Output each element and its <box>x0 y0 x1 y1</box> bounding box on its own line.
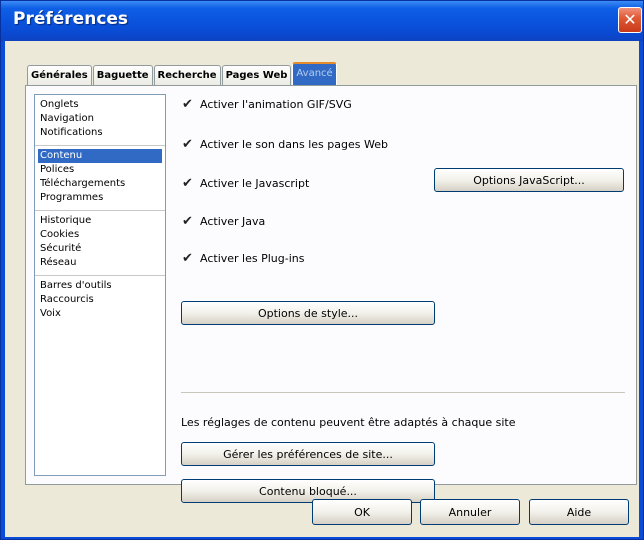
checkbox-label: Activer Java <box>200 214 266 228</box>
category-item-voix[interactable]: Voix <box>38 307 162 321</box>
checkbox-plugins[interactable]: ✔ Activer les Plug-ins <box>181 250 304 266</box>
category-item-onglets[interactable]: Onglets <box>38 98 162 112</box>
category-item-notifications[interactable]: Notifications <box>38 126 162 140</box>
manage-site-preferences-button[interactable]: Gérer les préférences de site... <box>181 442 435 466</box>
close-icon: ✕ <box>623 10 637 29</box>
category-item-raccourcis[interactable]: Raccourcis <box>38 293 162 307</box>
category-group: Historique Cookies Sécurité Réseau <box>35 211 165 276</box>
category-item-programmes[interactable]: Programmes <box>38 191 162 205</box>
checkbox-label: Activer le Javascript <box>200 176 310 190</box>
checkmark-icon[interactable]: ✔ <box>181 252 194 265</box>
checkbox-sound[interactable]: ✔ Activer le son dans les pages Web <box>181 136 388 152</box>
javascript-options-button[interactable]: Options JavaScript... <box>434 168 624 192</box>
dialog-body: Générales Baguette Recherche Pages Web A… <box>5 41 639 537</box>
category-item-securite[interactable]: Sécurité <box>38 242 162 256</box>
checkmark-icon[interactable]: ✔ <box>181 215 194 228</box>
category-group: Onglets Navigation Notifications <box>35 95 165 146</box>
tab-generales[interactable]: Générales <box>27 65 92 85</box>
category-group: Contenu Polices Téléchargements Programm… <box>35 146 165 211</box>
category-item-cookies[interactable]: Cookies <box>38 228 162 242</box>
site-settings-info: Les réglages de contenu peuvent être ada… <box>181 416 516 429</box>
preferences-window: Préférences ✕ Générales Baguette Recherc… <box>0 0 644 540</box>
checkbox-label: Activer le son dans les pages Web <box>200 137 388 151</box>
window-title: Préférences <box>13 9 129 29</box>
category-item-telechargements[interactable]: Téléchargements <box>38 177 162 191</box>
checkbox-label: Activer les Plug-ins <box>200 251 305 265</box>
category-item-reseau[interactable]: Réseau <box>38 256 162 270</box>
checkbox-javascript[interactable]: ✔ Activer le Javascript <box>181 175 309 191</box>
category-item-contenu[interactable]: Contenu <box>38 149 162 163</box>
checkbox-java[interactable]: ✔ Activer Java <box>181 213 265 229</box>
tab-recherche[interactable]: Recherche <box>153 65 221 85</box>
checkmark-icon[interactable]: ✔ <box>181 98 194 111</box>
separator <box>181 392 625 393</box>
title-bar[interactable]: Préférences ✕ <box>1 1 643 41</box>
style-options-button[interactable]: Options de style... <box>181 301 435 325</box>
close-button[interactable]: ✕ <box>618 7 642 33</box>
category-item-navigation[interactable]: Navigation <box>38 112 162 126</box>
tab-baguette[interactable]: Baguette <box>92 65 153 85</box>
tab-strip: Générales Baguette Recherche Pages Web A… <box>27 61 338 85</box>
tab-pages-web[interactable]: Pages Web <box>221 65 292 85</box>
checkmark-icon[interactable]: ✔ <box>181 138 194 151</box>
category-list[interactable]: Onglets Navigation Notifications Contenu… <box>34 94 166 476</box>
cancel-button[interactable]: Annuler <box>420 499 520 525</box>
ok-button[interactable]: OK <box>312 499 412 525</box>
category-item-historique[interactable]: Historique <box>38 214 162 228</box>
checkbox-animation[interactable]: ✔ Activer l'animation GIF/SVG <box>181 96 352 112</box>
category-item-polices[interactable]: Polices <box>38 163 162 177</box>
checkbox-label: Activer l'animation GIF/SVG <box>200 97 352 111</box>
tab-panel-avance: Onglets Navigation Notifications Contenu… <box>25 85 637 503</box>
tab-avance[interactable]: Avancé <box>292 62 337 85</box>
category-item-barres-outils[interactable]: Barres d'outils <box>38 279 162 293</box>
checkmark-icon[interactable]: ✔ <box>181 177 194 190</box>
category-group: Barres d'outils Raccourcis Voix <box>35 276 165 326</box>
help-button[interactable]: Aide <box>529 499 629 525</box>
